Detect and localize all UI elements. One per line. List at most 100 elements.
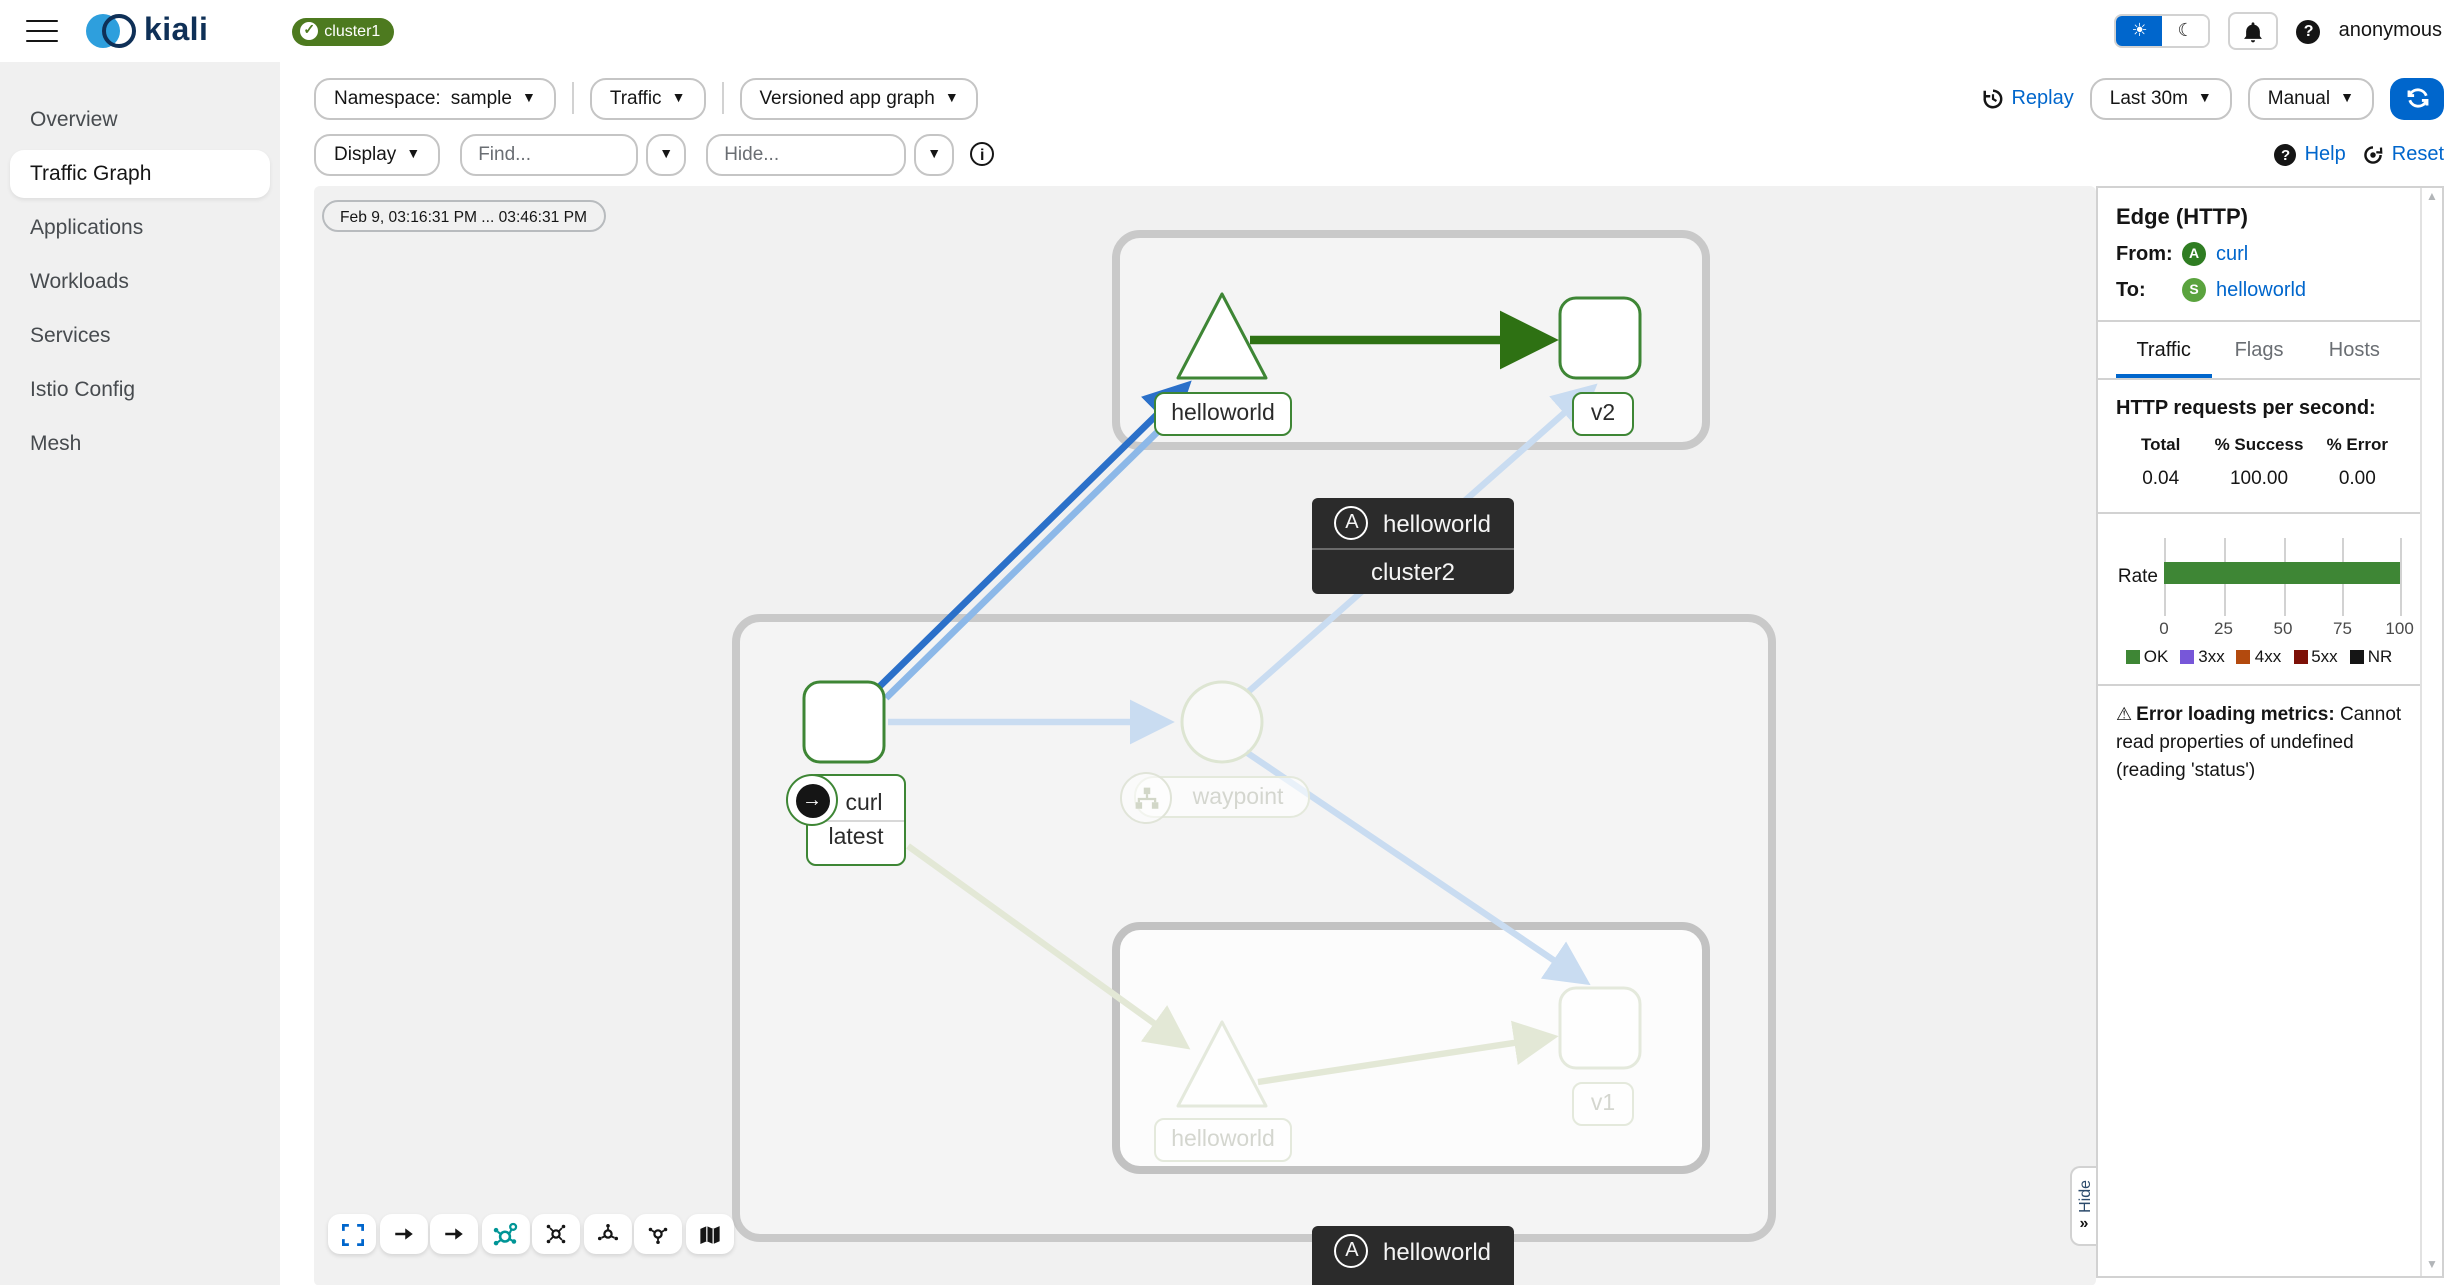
theme-toggle: ☀ ☾ <box>2115 14 2211 48</box>
replay-link[interactable]: Replay <box>1981 87 2073 109</box>
tick-label: 0 <box>2159 618 2168 638</box>
arrow-right-icon <box>391 1224 415 1244</box>
traffic-table: Total % Success % Error 0.04 100.00 0.00 <box>2116 434 2402 494</box>
masthead: kiali ✓ cluster1 ☀ ☾ ? anonymous <box>0 0 2462 62</box>
node-version-v2[interactable] <box>1560 298 1640 378</box>
hide-input[interactable] <box>706 133 906 175</box>
graph-canvas[interactable]: Feb 9, 03:16:31 PM ... 03:46:31 PM <box>314 186 2096 1285</box>
error-title: Error loading metrics: <box>2136 704 2335 726</box>
moon-icon: ☾ <box>2178 20 2194 42</box>
notifications-button[interactable] <box>2229 12 2279 50</box>
sidebar-item-traffic-graph[interactable]: Traffic Graph <box>10 150 270 198</box>
chevron-down-icon: ▼ <box>659 147 673 161</box>
sidebar-item-mesh[interactable]: Mesh <box>10 420 270 468</box>
divider <box>2098 320 2420 322</box>
hide-options-button[interactable]: ▼ <box>914 133 954 175</box>
reset-link[interactable]: Reset <box>2362 143 2444 165</box>
graph-type-dropdown[interactable]: Versioned app graph ▼ <box>739 77 978 119</box>
tab-traffic[interactable]: Traffic <box>2116 326 2211 378</box>
label-version-v2[interactable]: v2 <box>1572 392 1634 436</box>
info-icon[interactable]: i <box>970 142 994 166</box>
duration-dropdown[interactable]: Last 30m ▼ <box>2090 77 2232 119</box>
legend-button[interactable] <box>685 1214 733 1254</box>
help-icon[interactable]: ? <box>2297 19 2321 43</box>
edge-mode-button-2[interactable] <box>430 1214 478 1254</box>
question-circle-icon: ? <box>2275 143 2297 165</box>
from-node-link[interactable]: curl <box>2216 243 2248 265</box>
find-input[interactable] <box>460 133 638 175</box>
light-theme-button[interactable]: ☀ <box>2117 16 2163 46</box>
cluster-status-badge[interactable]: ✓ cluster1 <box>292 17 394 45</box>
sidebar-item-overview[interactable]: Overview <box>10 96 270 144</box>
hide-panel-tab[interactable]: Hide » <box>2070 1166 2096 1246</box>
layout-button-4[interactable] <box>634 1214 682 1254</box>
edge-helloworld-app-v1[interactable] <box>1258 1038 1546 1082</box>
topology-icon <box>492 1221 518 1247</box>
zoom-to-fit-button[interactable] <box>328 1214 376 1254</box>
history-icon <box>1981 87 2003 109</box>
node-waypoint[interactable] <box>1182 682 1262 762</box>
edge-curl-helloworld-selected[interactable] <box>878 390 1182 688</box>
chevron-down-icon: ▼ <box>522 91 536 105</box>
edge-curl-helloworld-v1-app[interactable] <box>908 846 1180 1042</box>
node-version-v1[interactable] <box>1560 988 1640 1068</box>
traffic-dropdown[interactable]: Traffic ▼ <box>590 77 706 119</box>
col-header-success: % Success <box>2205 434 2312 468</box>
chevron-down-icon: ▼ <box>927 147 941 161</box>
layout-button-2[interactable] <box>532 1214 580 1254</box>
sidebar-item-applications[interactable]: Applications <box>10 204 270 252</box>
edge-to-row: To: S helloworld <box>2116 278 2402 302</box>
main-content: Namespace: sample ▼ Traffic ▼ Versioned … <box>280 62 2462 1285</box>
layout-dagre-button-active[interactable] <box>481 1214 529 1254</box>
panel-scrollbar[interactable]: ▲ ▼ <box>2420 188 2442 1276</box>
edge-selected-highlight[interactable] <box>886 404 1186 698</box>
app-letter-icon: A <box>1335 506 1369 540</box>
workload-version: latest <box>808 819 904 853</box>
refresh-button[interactable] <box>2390 77 2444 119</box>
value-total: 0.04 <box>2116 468 2205 494</box>
rate-chart: Rate 0 2 <box>2116 538 2402 638</box>
scroll-down-icon[interactable]: ▼ <box>2426 1260 2438 1272</box>
namespace-dropdown[interactable]: Namespace: sample ▼ <box>314 77 556 119</box>
label-version-v1[interactable]: v1 <box>1572 1082 1634 1126</box>
hamburger-menu-icon[interactable] <box>26 19 58 43</box>
hover-badge-app-name: helloworld <box>1383 509 1491 537</box>
tab-hosts[interactable]: Hosts <box>2307 326 2402 378</box>
topology-icon <box>646 1222 670 1246</box>
edge-mode-button-1[interactable] <box>379 1214 427 1254</box>
sun-icon: ☀ <box>2132 20 2148 42</box>
value-error: 0.00 <box>2313 468 2402 494</box>
help-link[interactable]: ? Help <box>2275 143 2346 165</box>
sidebar-item-istio-config[interactable]: Istio Config <box>10 366 270 414</box>
kiali-logo-circle-ring <box>102 14 136 48</box>
layout-button-3[interactable] <box>583 1214 631 1254</box>
map-icon <box>697 1223 721 1245</box>
hover-badge-helloworld-cluster2: A helloworld cluster2 <box>1312 498 1514 594</box>
label-app-helloworld-top[interactable]: helloworld <box>1154 392 1292 436</box>
chevron-down-icon: ▼ <box>2340 91 2354 105</box>
metrics-section-title: HTTP requests per second: <box>2116 398 2402 420</box>
legend-item-ok: OK <box>2126 646 2169 666</box>
to-node-link[interactable]: helloworld <box>2216 279 2306 301</box>
tab-flags[interactable]: Flags <box>2211 326 2306 378</box>
find-options-button[interactable]: ▼ <box>646 133 686 175</box>
chart-legend: OK 3xx 4xx 5xx NR <box>2116 646 2402 666</box>
scroll-up-icon[interactable]: ▲ <box>2426 192 2438 204</box>
app-badge-icon: A <box>2182 242 2206 266</box>
summary-panel: Edge (HTTP) From: A curl To: S helloworl… <box>2096 186 2444 1278</box>
label-app-helloworld-bottom[interactable]: helloworld <box>1154 1118 1292 1162</box>
toolbar-divider <box>721 82 723 114</box>
namespace-value: sample <box>451 87 512 109</box>
legend-item-4xx: 4xx <box>2237 646 2281 666</box>
refresh-mode-dropdown[interactable]: Manual ▼ <box>2248 77 2374 119</box>
node-workload-curl[interactable] <box>804 682 884 762</box>
metrics-error-message: ⚠Error loading metrics: Cannot read prop… <box>2116 702 2402 785</box>
check-icon: ✓ <box>300 22 318 40</box>
sidebar-item-services[interactable]: Services <box>10 312 270 360</box>
bell-icon <box>2243 19 2265 43</box>
col-header-total: Total <box>2116 434 2205 468</box>
dark-theme-button[interactable]: ☾ <box>2163 16 2209 46</box>
node-app-helloworld-bottom[interactable] <box>1178 1022 1266 1106</box>
display-dropdown[interactable]: Display ▼ <box>314 133 440 175</box>
sidebar-item-workloads[interactable]: Workloads <box>10 258 270 306</box>
